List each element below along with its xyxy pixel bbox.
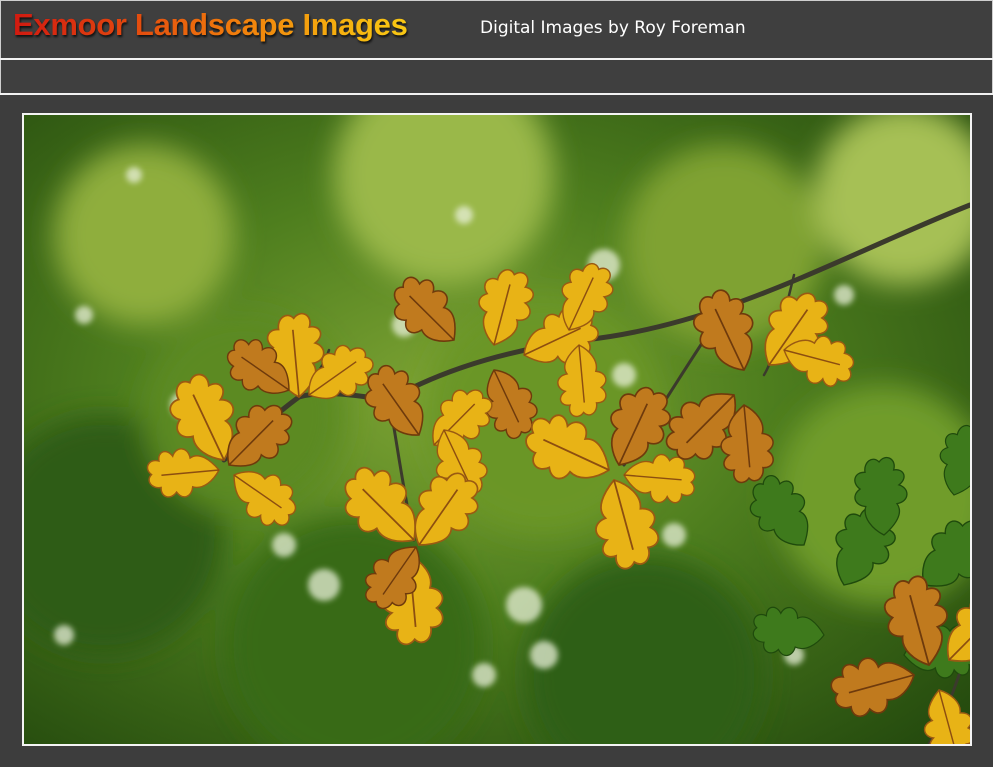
nav-bar xyxy=(0,60,993,93)
oak-leaves-icon xyxy=(24,115,970,744)
site-header: Exmoor Landscape Images Digital Images b… xyxy=(0,0,993,59)
nav-divider xyxy=(0,93,993,95)
site-title[interactable]: Exmoor Landscape Images xyxy=(13,7,408,43)
site-subtitle: Digital Images by Roy Foreman xyxy=(480,18,746,38)
featured-photo[interactable] xyxy=(22,113,972,746)
